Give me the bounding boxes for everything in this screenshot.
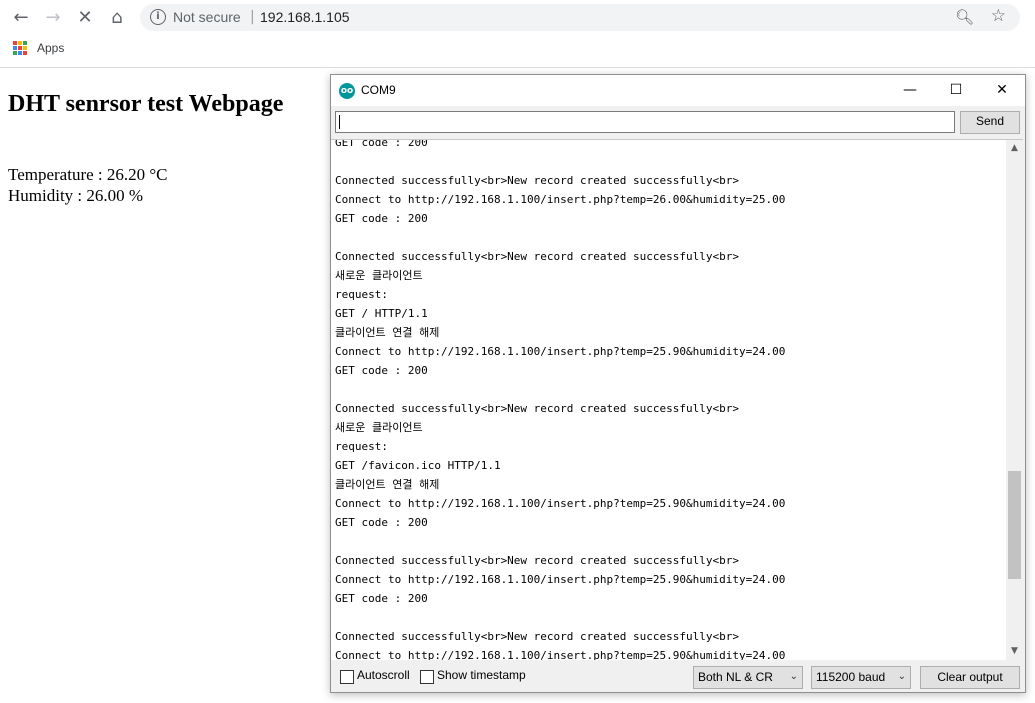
send-button[interactable]: Send [960, 111, 1020, 134]
apps-grid-dot [13, 41, 17, 45]
apps-bookmark[interactable]: Apps [37, 41, 64, 55]
serial-log-line: Connected successfully<br>New record cre… [335, 630, 739, 643]
serial-log-line: Connected successfully<br>New record cre… [335, 250, 739, 263]
serial-log-line: request: [335, 440, 388, 453]
serial-log-line: 새로운 클라이언트 [335, 269, 423, 282]
serial-log-line [335, 380, 785, 399]
bookmarks-bar: Apps [0, 35, 1035, 68]
line-ending-select[interactable]: Both NL & CR ⌄ [693, 666, 803, 689]
serial-log-line: GET code : 200 [335, 139, 428, 149]
bookmark-star-icon[interactable]: ☆ [991, 6, 1006, 26]
apps-grid-dot [13, 46, 17, 50]
serial-log-line: Connect to http://192.168.1.100/insert.p… [335, 345, 786, 358]
apps-grid-dot [18, 46, 22, 50]
vertical-scrollbar[interactable]: ▲ ▼ [1006, 140, 1023, 660]
back-arrow-icon[interactable]: ← [9, 6, 33, 30]
apps-grid-dot [18, 41, 22, 45]
security-status: Not secure [173, 9, 241, 25]
serial-log-line: GET /favicon.ico HTTP/1.1 [335, 459, 501, 472]
url-text[interactable]: 192.168.1.105 [260, 9, 350, 25]
arduino-logo-icon: oo [339, 83, 355, 99]
temperature-reading: Temperature : 26.20 °C [8, 165, 168, 184]
scroll-down-icon[interactable]: ▼ [1006, 643, 1023, 660]
apps-grid-dot [18, 51, 22, 55]
apps-grid-icon[interactable] [13, 41, 27, 55]
serial-log-line: Connected successfully<br>New record cre… [335, 554, 739, 567]
close-icon[interactable]: ✕ [979, 75, 1025, 106]
minimize-icon[interactable]: — [887, 75, 933, 106]
serial-log-line: request: [335, 288, 388, 301]
timestamp-label: Show timestamp [437, 668, 526, 682]
serial-log-line: Connect to http://192.168.1.100/insert.p… [335, 649, 786, 660]
serial-log-line: Connect to http://192.168.1.100/insert.p… [335, 573, 786, 586]
serial-log-line: GET / HTTP/1.1 [335, 307, 428, 320]
serial-log-line: Connect to http://192.168.1.100/insert.p… [335, 497, 786, 510]
humidity-reading: Humidity : 26.00 % [8, 186, 144, 205]
scroll-up-icon[interactable]: ▲ [1006, 140, 1023, 157]
forward-arrow-icon[interactable]: → [41, 6, 65, 30]
home-icon[interactable]: ⌂ [105, 6, 129, 30]
serial-log-line [335, 608, 785, 627]
line-ending-value: Both NL & CR [698, 670, 773, 684]
chevron-down-icon: ⌄ [789, 671, 798, 682]
stop-loading-icon[interactable]: ✕ [73, 6, 97, 30]
window-titlebar: oo COM9 — ☐ ✕ [331, 75, 1025, 106]
page-title: DHT senrsor test Webpage [8, 91, 284, 117]
scrollbar-thumb[interactable] [1008, 471, 1021, 579]
timestamp-checkbox[interactable] [420, 670, 434, 684]
window-title: COM9 [361, 83, 396, 97]
autoscroll-checkbox[interactable] [340, 670, 354, 684]
serial-log-line [335, 152, 785, 171]
serial-options-row: Autoscroll Show timestamp Both NL & CR ⌄… [331, 662, 1025, 692]
serial-log-line: Connected successfully<br>New record cre… [335, 174, 739, 187]
serial-log-line: Connected successfully<br>New record cre… [335, 402, 739, 415]
text-caret [339, 115, 340, 129]
serial-input[interactable] [335, 111, 955, 133]
serial-output[interactable]: GET code : 200 Connected successfully<br… [331, 139, 1023, 660]
baud-rate-value: 115200 baud [816, 670, 886, 684]
send-row: Send [331, 106, 1025, 137]
clear-output-button[interactable]: Clear output [920, 666, 1020, 689]
address-bar[interactable]: i Not secure | 192.168.1.105 🔍︎ ☆ [140, 4, 1020, 31]
serial-log-line: GET code : 200 [335, 516, 428, 529]
serial-log-line: 클라이언트 연결 해제 [335, 478, 440, 491]
serial-log-line: GET code : 200 [335, 592, 428, 605]
apps-grid-dot [13, 51, 17, 55]
apps-grid-dot [23, 46, 27, 50]
serial-log-line: GET code : 200 [335, 212, 428, 225]
serial-monitor-window: oo COM9 — ☐ ✕ Send GET code : 200 Connec… [330, 74, 1026, 693]
apps-grid-dot [23, 41, 27, 45]
serial-log-line: 클라이언트 연결 해제 [335, 326, 440, 339]
zoom-icon[interactable]: 🔍︎ [955, 8, 974, 26]
serial-log-line: Connect to http://192.168.1.100/insert.p… [335, 193, 786, 206]
chevron-down-icon: ⌄ [897, 671, 906, 682]
info-icon[interactable]: i [150, 9, 166, 25]
serial-log-line: 새로운 클라이언트 [335, 421, 423, 434]
maximize-icon[interactable]: ☐ [933, 75, 979, 106]
browser-toolbar: ← → ✕ ⌂ i Not secure | 192.168.1.105 🔍︎ … [0, 0, 1035, 35]
autoscroll-label: Autoscroll [357, 668, 410, 682]
serial-log-line [335, 228, 785, 247]
serial-log-line: GET code : 200 [335, 364, 428, 377]
address-separator: | [250, 9, 255, 25]
apps-grid-dot [23, 51, 27, 55]
serial-log: GET code : 200 Connected successfully<br… [335, 139, 786, 660]
serial-log-line [335, 532, 785, 551]
baud-rate-select[interactable]: 115200 baud ⌄ [811, 666, 911, 689]
